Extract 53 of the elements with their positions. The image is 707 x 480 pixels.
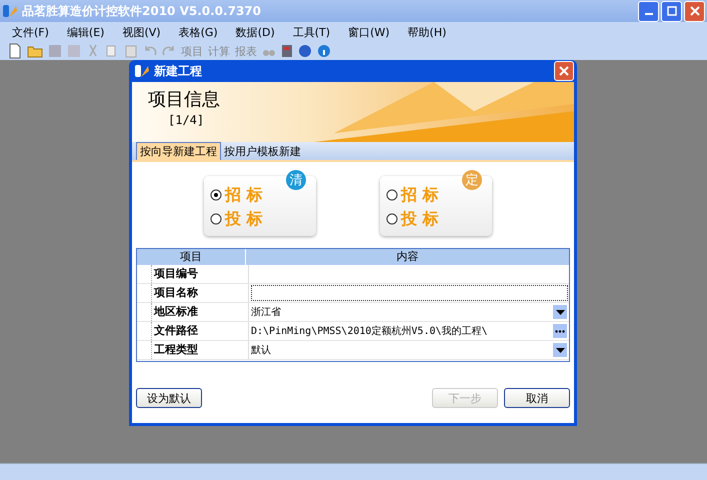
window-title: 品茗胜算造价计控软件2010 V5.0.0.7370 (22, 2, 262, 20)
calculator-icon[interactable] (281, 44, 293, 58)
step-counter: [1/4] (167, 112, 206, 128)
property-label: 工程类型 (152, 341, 249, 359)
folder-icon[interactable] (27, 44, 43, 58)
radio-button[interactable] (386, 189, 398, 201)
dropdown-value[interactable]: 默认 (251, 343, 553, 357)
ellipsis-icon (555, 330, 565, 332)
minimize-icon (644, 13, 652, 15)
input-field[interactable] (251, 285, 568, 301)
dialog-title: 新建工程 (154, 62, 203, 80)
menu-item[interactable]: 工具(T) (292, 24, 330, 40)
menu-item[interactable]: 帮助(H) (408, 24, 446, 40)
menu-item[interactable]: 表格(G) (178, 24, 218, 40)
tab[interactable]: 按用户模板新建 (221, 143, 304, 160)
property-label: 项目名称 (152, 284, 249, 302)
info-icon[interactable] (317, 44, 331, 58)
menu-item[interactable]: 窗口(W) (348, 24, 390, 40)
badge: 定 (462, 170, 482, 190)
dropdown-value[interactable]: 浙江省 (251, 305, 553, 319)
radio-button[interactable] (386, 213, 398, 225)
dialog-button[interactable]: 设为默认 (136, 388, 202, 408)
menu-item[interactable]: 编辑(E) (66, 24, 104, 40)
tab[interactable]: 按向导新建工程 (136, 142, 221, 160)
property-label: 地区标准 (152, 303, 249, 321)
new-file-icon[interactable] (8, 43, 22, 59)
property-label: 文件路径 (152, 322, 249, 340)
maximize-icon (666, 6, 676, 16)
maximize-button[interactable] (661, 0, 682, 22)
caret-icon (556, 310, 564, 314)
radio-button[interactable] (210, 213, 222, 225)
column-header: 内容 (396, 249, 420, 265)
dropdown-button[interactable] (553, 305, 567, 319)
close-icon (559, 66, 569, 76)
path-value[interactable]: D:\PinMing\PMSS\2010定额杭州V5.0\我的工程\ (251, 324, 553, 338)
close-icon (690, 6, 700, 16)
badge: 清 (286, 170, 306, 190)
caret-icon (556, 348, 564, 352)
column-header: 项目 (137, 249, 246, 265)
menu-item[interactable]: 数据(D) (236, 24, 275, 40)
close-button[interactable] (554, 61, 574, 81)
property-label: 项目编号 (152, 265, 249, 283)
close-button[interactable] (684, 0, 705, 22)
banner-heading: 项目信息 (148, 88, 221, 112)
browse-button[interactable] (553, 324, 567, 338)
menu-item[interactable]: 文件(F) (12, 24, 49, 40)
dialog-button[interactable]: 取消 (504, 388, 570, 408)
app-logo-icon (2, 3, 18, 19)
dropdown-button[interactable] (553, 343, 567, 357)
app-logo-icon (134, 63, 150, 79)
minimize-button[interactable] (638, 0, 659, 22)
menu-item[interactable]: 视图(V) (122, 24, 161, 40)
radio-button[interactable] (210, 189, 222, 201)
